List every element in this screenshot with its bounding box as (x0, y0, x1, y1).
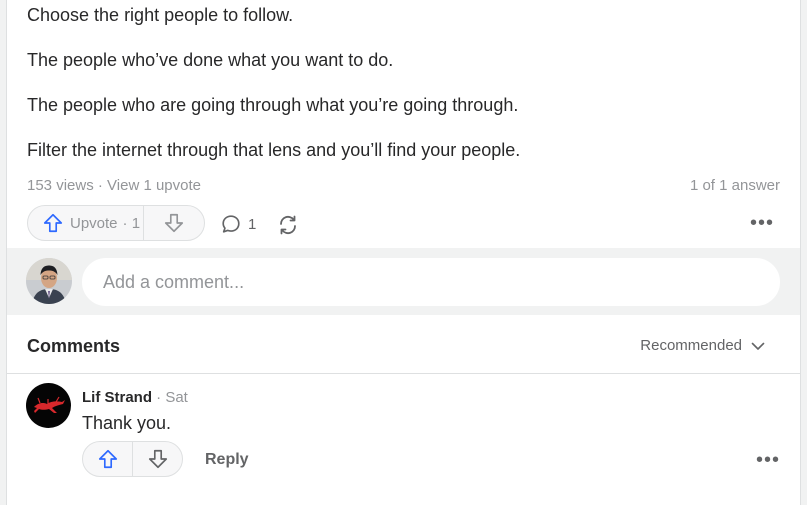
add-comment-bar (7, 248, 800, 315)
comment-count: 1 (248, 215, 257, 233)
reply-button[interactable]: Reply (205, 451, 249, 469)
chevron-down-icon (750, 338, 766, 354)
share-button[interactable] (276, 213, 300, 237)
answer-paragraph: Filter the internet through that lens an… (27, 140, 521, 160)
upvote-count: · 1 (122, 214, 141, 232)
view-upvotes-link[interactable]: View 1 upvote (107, 177, 201, 194)
answer-meta: 153 views · View 1 upvote (27, 176, 201, 196)
comment-text: Thank you. (82, 413, 172, 433)
add-comment-input[interactable] (82, 258, 780, 306)
share-refresh-icon (276, 213, 300, 237)
comment-vote-controls (82, 441, 183, 477)
answer-card: Choose the right people to follow. The p… (6, 0, 801, 505)
comments-header: Comments Recommended (7, 316, 800, 374)
comment-button[interactable]: 1 (220, 213, 256, 235)
meta-separator: · (97, 177, 103, 194)
comment-more-options-icon[interactable]: ••• (756, 450, 780, 470)
downvote-arrow-icon (163, 212, 185, 234)
upvote-arrow-icon (97, 448, 119, 470)
sort-label: Recommended (640, 337, 742, 354)
comment-bubble-icon (220, 213, 242, 235)
commenter-avatar[interactable] (26, 383, 71, 428)
comment-byline: Lif Strand · Sat (82, 388, 188, 408)
comment-author[interactable]: Lif Strand (82, 389, 152, 406)
upvote-label: Upvote (70, 214, 118, 232)
answer-paragraph: The people who are going through what yo… (27, 95, 519, 115)
answer-paragraph: Choose the right people to follow. (27, 5, 294, 25)
downvote-button[interactable] (144, 206, 204, 240)
comment-time: · Sat (156, 389, 188, 406)
comments-title: Comments (27, 336, 121, 356)
current-user-avatar (26, 258, 72, 304)
comment-upvote-button[interactable] (83, 442, 133, 476)
answer-paragraph: The people who’ve done what you want to … (27, 50, 394, 70)
answer-position: 1 of 1 answer (689, 177, 780, 194)
upvote-button[interactable]: Upvote · 1 (28, 206, 144, 240)
downvote-arrow-icon (147, 448, 169, 470)
upvote-arrow-icon (42, 212, 64, 234)
sort-dropdown[interactable]: Recommended (640, 337, 766, 354)
views-count: 153 views (27, 177, 94, 194)
vote-controls: Upvote · 1 (27, 205, 205, 241)
comment-downvote-button[interactable] (133, 442, 182, 476)
answer-more-options-icon[interactable]: ••• (750, 213, 774, 233)
